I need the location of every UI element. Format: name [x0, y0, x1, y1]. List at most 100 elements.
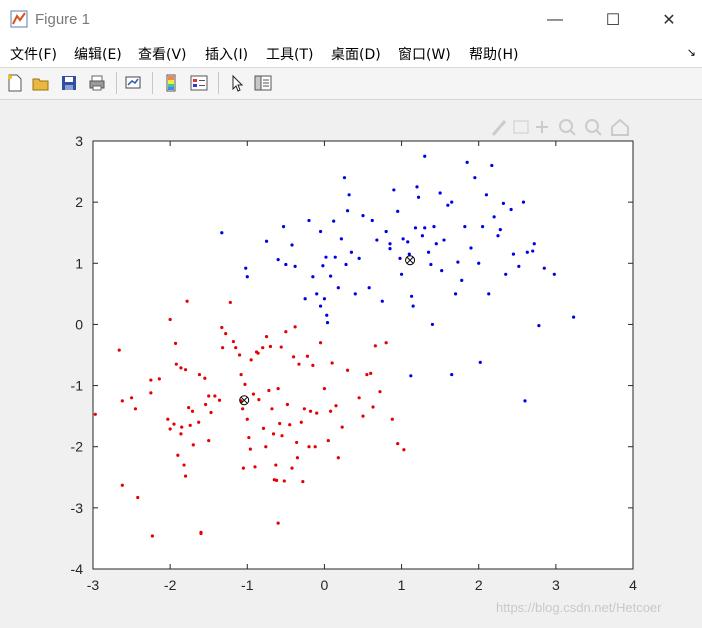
cluster-2-point [446, 203, 450, 207]
y-tick-label: -2 [71, 439, 84, 455]
cluster-2-point [349, 250, 354, 254]
cluster-1-point [322, 387, 327, 391]
cluster-1-point [361, 414, 365, 418]
cluster-1-point [248, 447, 252, 451]
cluster-2-point [347, 193, 351, 197]
cluster-2-point [290, 243, 294, 247]
home-icon[interactable] [611, 118, 629, 136]
cluster-2-point [315, 292, 319, 296]
cluster-1-point [228, 300, 232, 305]
cluster-1-point [150, 534, 154, 538]
cluster-1-point [120, 399, 124, 403]
pan-icon[interactable] [536, 121, 548, 133]
cluster-2-point [521, 200, 526, 204]
cluster-1-point [207, 394, 211, 398]
cluster-1-point [180, 425, 184, 429]
cluster-2-point [276, 258, 280, 262]
cluster-2-point [361, 213, 365, 218]
cluster-2-point [473, 176, 477, 180]
cluster-1-point [340, 425, 344, 429]
cluster-2-point [380, 299, 384, 303]
cluster-1-point [117, 348, 121, 352]
data-tips-icon[interactable] [513, 120, 529, 134]
cluster-2-point [478, 360, 482, 364]
cluster-2-point [523, 399, 527, 403]
cluster-1-point [149, 391, 153, 395]
cluster-2-point [396, 209, 400, 213]
cluster-1-point [295, 456, 300, 460]
cluster-1-point [308, 409, 313, 413]
cluster-1-point [234, 346, 238, 350]
brush-icon[interactable] [491, 120, 507, 136]
cluster-2-point [245, 275, 249, 279]
cluster-2-point [501, 201, 505, 205]
cluster-1-point [268, 344, 273, 349]
cluster-2-point [432, 225, 436, 229]
cluster-2-point [329, 274, 333, 278]
cluster-1-point [305, 354, 310, 358]
cluster-2-point [220, 231, 224, 235]
cluster-2-point [525, 250, 529, 254]
cluster-2-point [420, 234, 424, 238]
cluster-1-point [278, 421, 282, 426]
cluster-2-point [517, 264, 521, 268]
cluster-2-point [423, 226, 427, 230]
cluster-1-point [313, 445, 317, 449]
cluster-1-point [261, 426, 266, 430]
cluster-2-point [409, 374, 413, 378]
cluster-2-point [416, 195, 421, 199]
cluster-1-point [136, 495, 140, 500]
cluster-1-point [326, 439, 330, 443]
cluster-2-point [492, 215, 496, 219]
cluster-1-point [274, 463, 278, 467]
cluster-2-point [572, 315, 576, 319]
cluster-2-point [415, 185, 419, 189]
cluster-1-point [369, 371, 373, 375]
cluster-2-point [303, 297, 307, 301]
cluster-1-point [213, 394, 217, 398]
cluster-1-point [297, 362, 301, 366]
y-tick-label: -3 [71, 500, 84, 516]
cluster-1-point [231, 339, 235, 344]
cluster-1-point [188, 423, 192, 427]
cluster-2-point [438, 191, 442, 195]
cluster-2-point [490, 163, 494, 168]
cluster-1-point [217, 398, 222, 402]
cluster-2-point [511, 252, 516, 256]
cluster-2-point [353, 292, 357, 296]
cluster-2-point [375, 238, 379, 242]
cluster-2-point [244, 266, 248, 270]
zoom-in-icon[interactable] [559, 119, 576, 136]
cluster-2-point [339, 237, 343, 241]
cluster-2-point [406, 240, 410, 244]
cluster-2-point [284, 262, 288, 267]
cluster-1-point [120, 483, 124, 487]
cluster-1-point [257, 398, 261, 402]
cluster-1-point [183, 474, 188, 478]
cluster-1-point [133, 407, 138, 411]
cluster-2-point [336, 286, 340, 290]
cluster-2-point [423, 154, 427, 158]
cluster-1-point [245, 417, 249, 421]
cluster-1-point [251, 392, 256, 396]
cluster-1-point [182, 463, 186, 467]
cluster-2-point [496, 234, 500, 238]
cluster-1-point [396, 442, 400, 446]
cluster-2-point [370, 218, 374, 223]
cluster-2-point [392, 188, 396, 192]
cluster-1-point [157, 377, 161, 381]
cluster-1-point [172, 422, 176, 426]
cluster-1-point [179, 366, 183, 370]
cluster-2-point [318, 229, 323, 234]
zoom-out-icon[interactable] [585, 119, 602, 136]
cluster-1-point [247, 435, 251, 440]
cluster-2-point [324, 255, 328, 259]
y-tick-label: 1 [75, 255, 83, 271]
cluster-2-point [407, 252, 411, 256]
cluster-2-point [325, 320, 330, 325]
cluster-1-point [166, 417, 170, 421]
cluster-1-point [237, 353, 242, 357]
cluster-1-point [183, 368, 188, 372]
cluster-2-point [321, 264, 325, 268]
cluster-1-point [330, 361, 334, 365]
